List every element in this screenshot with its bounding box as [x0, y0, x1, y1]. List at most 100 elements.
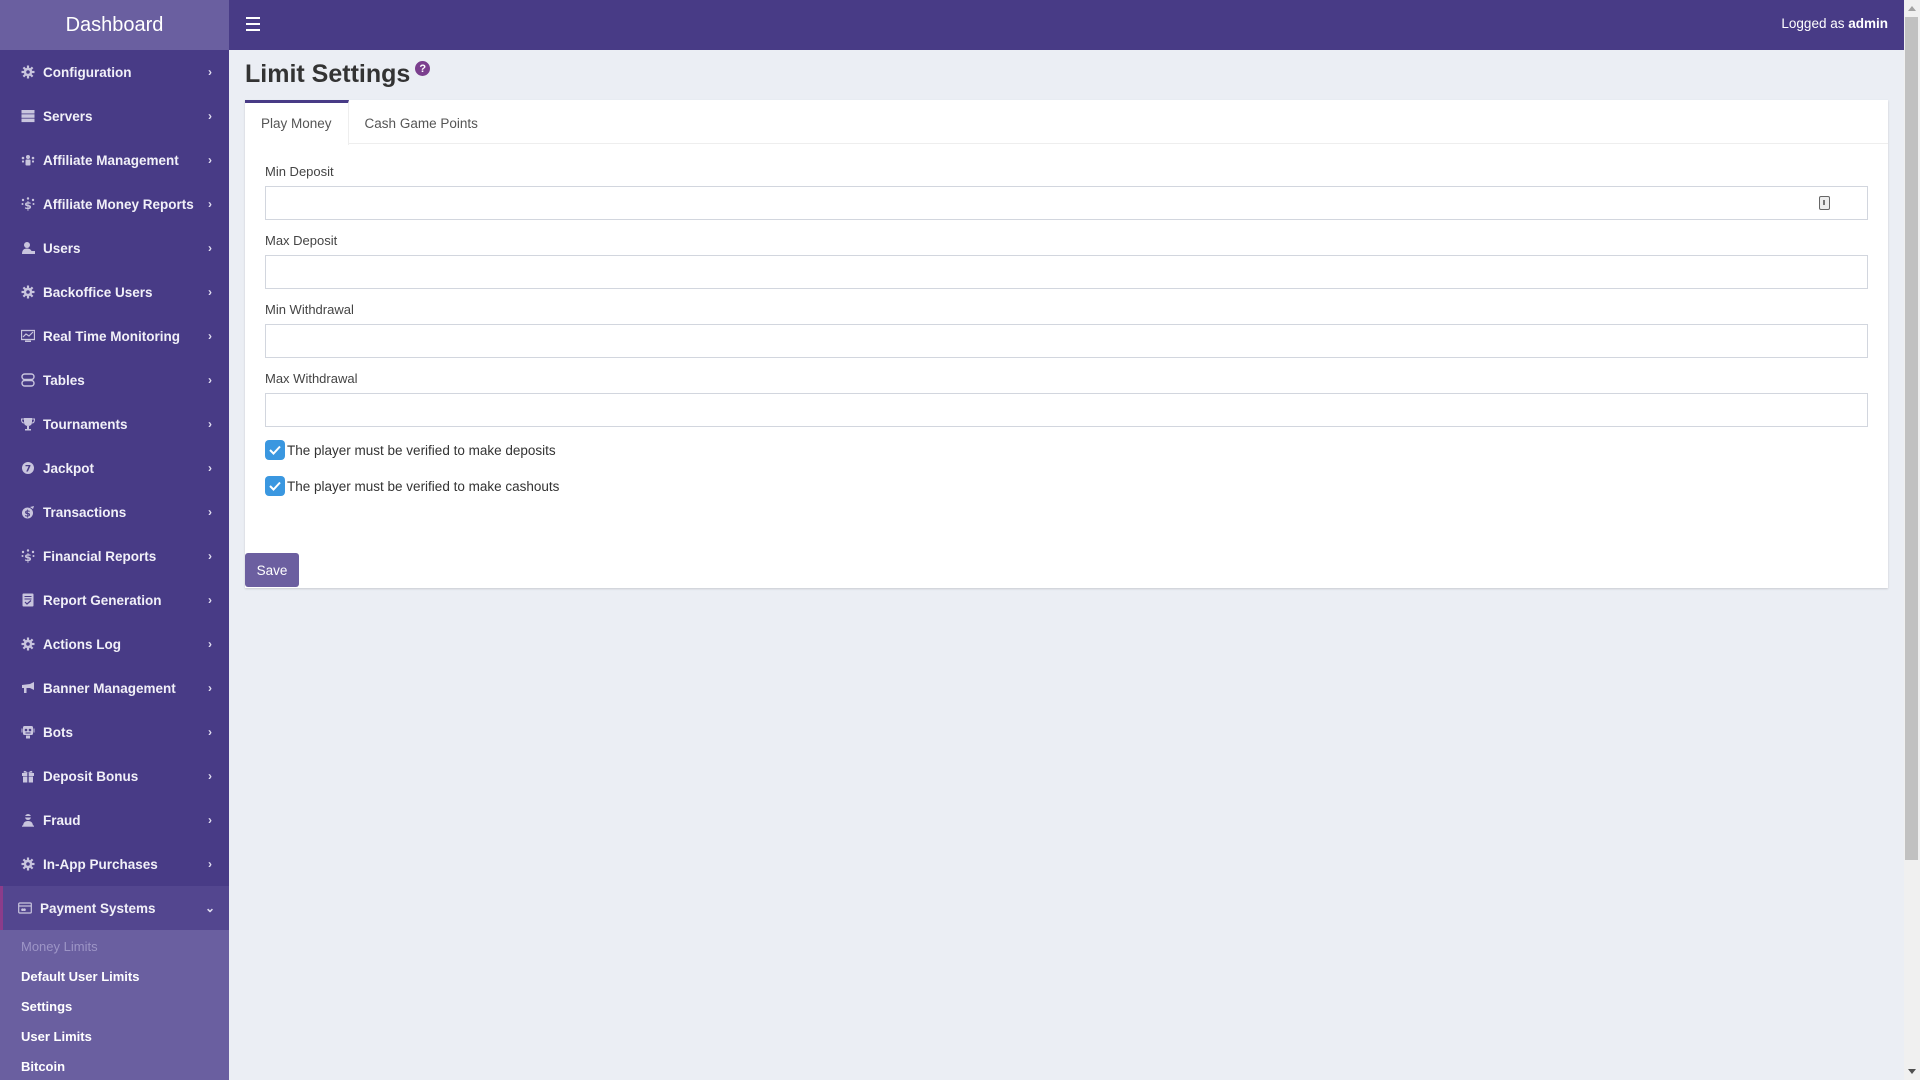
gear-icon [21, 857, 35, 871]
megaphone-icon [21, 681, 35, 695]
verify-cashouts-label: The player must be verified to make cash… [287, 478, 560, 494]
robot-icon [21, 725, 35, 739]
sidebar-item-backoffice-users[interactable]: Backoffice Users › [0, 270, 229, 314]
sidebar-item-label: Jackpot [43, 460, 95, 476]
chevron-right-icon: › [208, 857, 212, 871]
chevron-right-icon: › [208, 593, 212, 607]
sidebar-item-transactions[interactable]: $ Transactions › [0, 490, 229, 534]
scrollbar-thumb[interactable] [1905, 17, 1918, 860]
money-bag-icon: $ [21, 505, 35, 519]
max-withdrawal-input[interactable] [265, 393, 1868, 427]
report-icon [21, 593, 35, 607]
checkmark-icon [269, 445, 281, 455]
sidebar-item-label: Servers [43, 108, 93, 124]
chevron-right-icon: › [208, 769, 212, 783]
min-deposit-input[interactable] [265, 186, 1868, 220]
svg-text:7: 7 [25, 465, 31, 475]
page-scrollbar[interactable] [1904, 0, 1920, 1080]
sidebar-item-label: Tables [43, 372, 85, 388]
verify-deposits-checkbox[interactable] [265, 440, 285, 460]
chevron-right-icon: › [208, 197, 212, 211]
sidebar-item-banner-management[interactable]: Banner Management › [0, 666, 229, 710]
money-report-icon: $ [21, 549, 35, 563]
submenu-item-user-limits[interactable]: User Limits [0, 1022, 229, 1052]
autofill-key-icon[interactable] [1819, 196, 1830, 210]
chevron-right-icon: › [208, 153, 212, 167]
sidebar-item-payment-systems[interactable]: Payment Systems ⌄ [0, 886, 229, 930]
trophy-icon [21, 417, 35, 431]
chevron-right-icon: › [208, 417, 212, 431]
submenu-item-default-user-limits[interactable]: Default User Limits [0, 962, 229, 992]
sidebar-item-configuration[interactable]: Configuration › [0, 50, 229, 94]
chevron-right-icon: › [208, 549, 212, 563]
min-withdrawal-input[interactable] [265, 324, 1868, 358]
max-deposit-input[interactable] [265, 255, 1868, 289]
sidebar-menu: Configuration › Servers › Affiliate Manageme… [0, 50, 229, 1080]
monitor-chart-icon [21, 329, 35, 343]
verify-cashouts-checkbox[interactable] [265, 476, 285, 496]
submenu-item-settings[interactable]: Settings [0, 992, 229, 1022]
sidebar-item-users[interactable]: Users › [0, 226, 229, 270]
sidebar-item-real-time-monitoring[interactable]: Real Time Monitoring › [0, 314, 229, 358]
sidebar-item-jackpot[interactable]: 7 Jackpot › [0, 446, 229, 490]
sidebar-item-label: Deposit Bonus [43, 768, 139, 784]
chevron-right-icon: › [208, 813, 212, 827]
min-withdrawal-field: Min Withdrawal [265, 302, 1868, 358]
help-icon[interactable]: ? [415, 61, 431, 76]
submenu-item-bitcoin[interactable]: Bitcoin [0, 1052, 229, 1080]
verify-deposits-row[interactable]: The player must be verified to make depo… [265, 440, 1868, 460]
limit-settings-card: Play Money Cash Game Points Min Deposit … [245, 100, 1888, 588]
sidebar-item-affiliate-money-reports[interactable]: $ Affiliate Money Reports › [0, 182, 229, 226]
max-deposit-label: Max Deposit [265, 233, 338, 248]
chevron-right-icon: › [208, 373, 212, 387]
gear-icon [21, 637, 35, 651]
sidebar-item-financial-reports[interactable]: $ Financial Reports › [0, 534, 229, 578]
sidebar-item-report-generation[interactable]: Report Generation › [0, 578, 229, 622]
svg-text:$: $ [24, 199, 32, 211]
checkmark-icon [269, 481, 281, 491]
logged-as-label: Logged as [1781, 16, 1845, 31]
logged-user: Logged as admin [1781, 16, 1888, 31]
sidebar-item-label: Affiliate Management [43, 152, 179, 168]
username: admin [1848, 16, 1888, 31]
sidebar: Dashboard Configuration › Servers › Affiliat… [0, 0, 229, 1080]
verify-cashouts-row[interactable]: The player must be verified to make cash… [265, 476, 1868, 496]
sidebar-item-fraud[interactable]: Fraud › [0, 798, 229, 842]
gear-icon [21, 65, 35, 79]
tab-bar: Play Money Cash Game Points [245, 100, 1888, 145]
user-icon [21, 241, 35, 255]
sidebar-item-tables[interactable]: Tables › [0, 358, 229, 402]
sidebar-item-affiliate-management[interactable]: Affiliate Management › [0, 138, 229, 182]
max-withdrawal-field: Max Withdrawal [265, 371, 1868, 427]
chevron-right-icon: › [208, 329, 212, 343]
chevron-right-icon: › [208, 241, 212, 255]
sidebar-item-in-app-purchases[interactable]: In-App Purchases › [0, 842, 229, 886]
sidebar-item-servers[interactable]: Servers › [0, 94, 229, 138]
chevron-right-icon: › [208, 65, 212, 79]
users-group-icon [21, 153, 35, 167]
sidebar-item-label: Backoffice Users [43, 284, 153, 300]
tab-cash-game-points[interactable]: Cash Game Points [349, 100, 494, 144]
payment-systems-submenu: Money Limits Default User Limits Settings U… [0, 930, 229, 1080]
min-deposit-field: Min Deposit [265, 164, 1868, 220]
tab-play-money[interactable]: Play Money [245, 100, 349, 145]
page-title-text: Limit Settings [245, 60, 411, 88]
submenu-item-money-limits[interactable]: Money Limits [0, 932, 229, 962]
sidebar-item-bots[interactable]: Bots › [0, 710, 229, 754]
menu-toggle-icon[interactable] [246, 17, 260, 31]
save-button[interactable]: Save [245, 553, 299, 587]
scroll-down-arrow-icon[interactable] [1908, 1069, 1916, 1074]
chevron-right-icon: › [208, 637, 212, 651]
verify-deposits-label: The player must be verified to make depo… [287, 442, 556, 458]
chevron-right-icon: › [208, 109, 212, 123]
sidebar-item-deposit-bonus[interactable]: Deposit Bonus › [0, 754, 229, 798]
sidebar-item-label: Banner Management [43, 680, 176, 696]
sidebar-item-tournaments[interactable]: Tournaments › [0, 402, 229, 446]
scroll-up-arrow-icon[interactable] [1908, 6, 1916, 11]
sidebar-item-label: Users [43, 240, 81, 256]
brand-dashboard[interactable]: Dashboard [0, 0, 229, 50]
chevron-right-icon: › [208, 461, 212, 475]
sidebar-item-actions-log[interactable]: Actions Log › [0, 622, 229, 666]
chevron-right-icon: › [208, 285, 212, 299]
sidebar-item-label: Configuration [43, 64, 132, 80]
